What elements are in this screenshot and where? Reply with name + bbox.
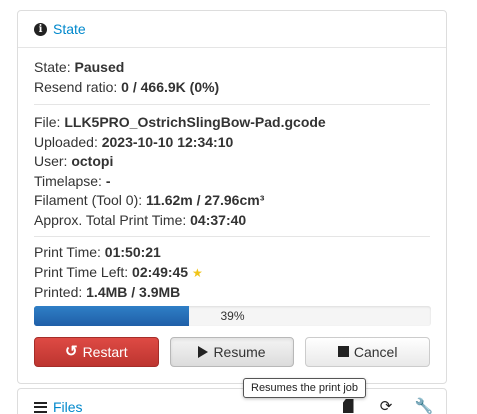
print-time-value: 01:50:21 — [104, 244, 161, 260]
list-icon — [34, 401, 47, 413]
job-controls: ↺ Restart Resume Cancel — [34, 336, 431, 367]
progress-text: 39% — [220, 308, 245, 323]
cancel-label: Cancel — [353, 343, 398, 360]
resume-label: Resume — [213, 343, 266, 360]
star-icon[interactable]: ★ — [192, 266, 203, 280]
resume-button[interactable]: Resume — [169, 336, 295, 367]
stop-icon — [337, 346, 349, 357]
resume-tooltip: Resumes the print job — [243, 378, 366, 398]
restart-label: Restart — [82, 343, 128, 360]
cancel-button[interactable]: Cancel — [305, 336, 431, 367]
progress-bar: 39% — [34, 305, 431, 326]
user-label: User: — [34, 153, 68, 169]
filament-row: Filament (Tool 0): 11.62m / 27.96cm³ — [34, 191, 430, 211]
restart-button[interactable]: ↺ Restart — [34, 336, 159, 367]
approx-time-row: Approx. Total Print Time: 04:37:40 — [34, 211, 430, 231]
time-left-row: Print Time Left: 02:49:45 ★ — [34, 263, 430, 284]
approx-time-value: 04:37:40 — [190, 211, 247, 228]
file-value: LLK5PRO_OstrichSlingBow-Pad.gcode — [64, 114, 326, 130]
resend-value: 0 / 466.9K (0%) — [121, 78, 220, 95]
state-panel-header[interactable]: i State — [18, 11, 446, 48]
sd-card-icon[interactable] — [340, 398, 356, 414]
files-panel: Files ⟳ 🔧 — [17, 388, 447, 414]
state-value: Paused — [74, 59, 125, 75]
state-label: State: — [34, 59, 71, 75]
files-toolbar: ⟳ 🔧 — [340, 398, 434, 414]
user-row: User: octopi — [34, 152, 430, 172]
restart-icon: ↺ — [64, 343, 78, 360]
printed-label: Printed: — [34, 284, 83, 300]
approx-time-label: Approx. Total Print Time: — [34, 211, 187, 228]
print-time-label: Print Time: — [34, 244, 101, 260]
play-icon — [198, 345, 209, 358]
files-panel-title[interactable]: Files — [53, 399, 83, 414]
timelapse-label: Timelapse: — [34, 172, 102, 189]
timelapse-row: Timelapse: - — [34, 172, 430, 192]
filament-value: 11.62m / 27.96cm³ — [146, 192, 265, 208]
state-panel-title[interactable]: State — [53, 21, 86, 37]
file-label: File: — [34, 114, 61, 130]
info-icon: i — [34, 22, 47, 36]
time-left-label: Print Time Left: — [34, 263, 129, 280]
uploaded-value: 2023-10-10 12:34:10 — [101, 133, 234, 150]
print-time-row: Print Time: 01:50:21 — [34, 243, 430, 263]
state-section: State: Paused Resend ratio: 0 / 466.9K (… — [34, 48, 430, 105]
uploaded-row: Uploaded: 2023-10-10 12:34:10 — [34, 133, 430, 153]
user-value: octopi — [71, 153, 114, 169]
time-left-value: 02:49:45 — [132, 263, 189, 280]
progress-section: Print Time: 01:50:21 Print Time Left: 02… — [34, 237, 431, 367]
printed-row: Printed: 1.4MB / 3.9MB — [34, 283, 430, 303]
filament-label: Filament (Tool 0): — [34, 192, 143, 208]
refresh-icon[interactable]: ⟳ — [378, 398, 394, 414]
timelapse-value: - — [105, 172, 111, 189]
state-row: State: Paused — [34, 58, 430, 78]
job-section: File: LLK5PRO_OstrichSlingBow-Pad.gcode … — [34, 105, 430, 237]
uploaded-label: Uploaded: — [34, 133, 98, 150]
resend-label: Resend ratio: — [34, 78, 118, 95]
resend-row: Resend ratio: 0 / 466.9K (0%) — [34, 78, 430, 98]
wrench-icon[interactable]: 🔧 — [415, 398, 434, 414]
state-panel: i State State: Paused Resend ratio: 0 / … — [17, 10, 447, 384]
file-row: File: LLK5PRO_OstrichSlingBow-Pad.gcode — [34, 113, 430, 133]
printed-value: 1.4MB / 3.9MB — [86, 284, 181, 300]
